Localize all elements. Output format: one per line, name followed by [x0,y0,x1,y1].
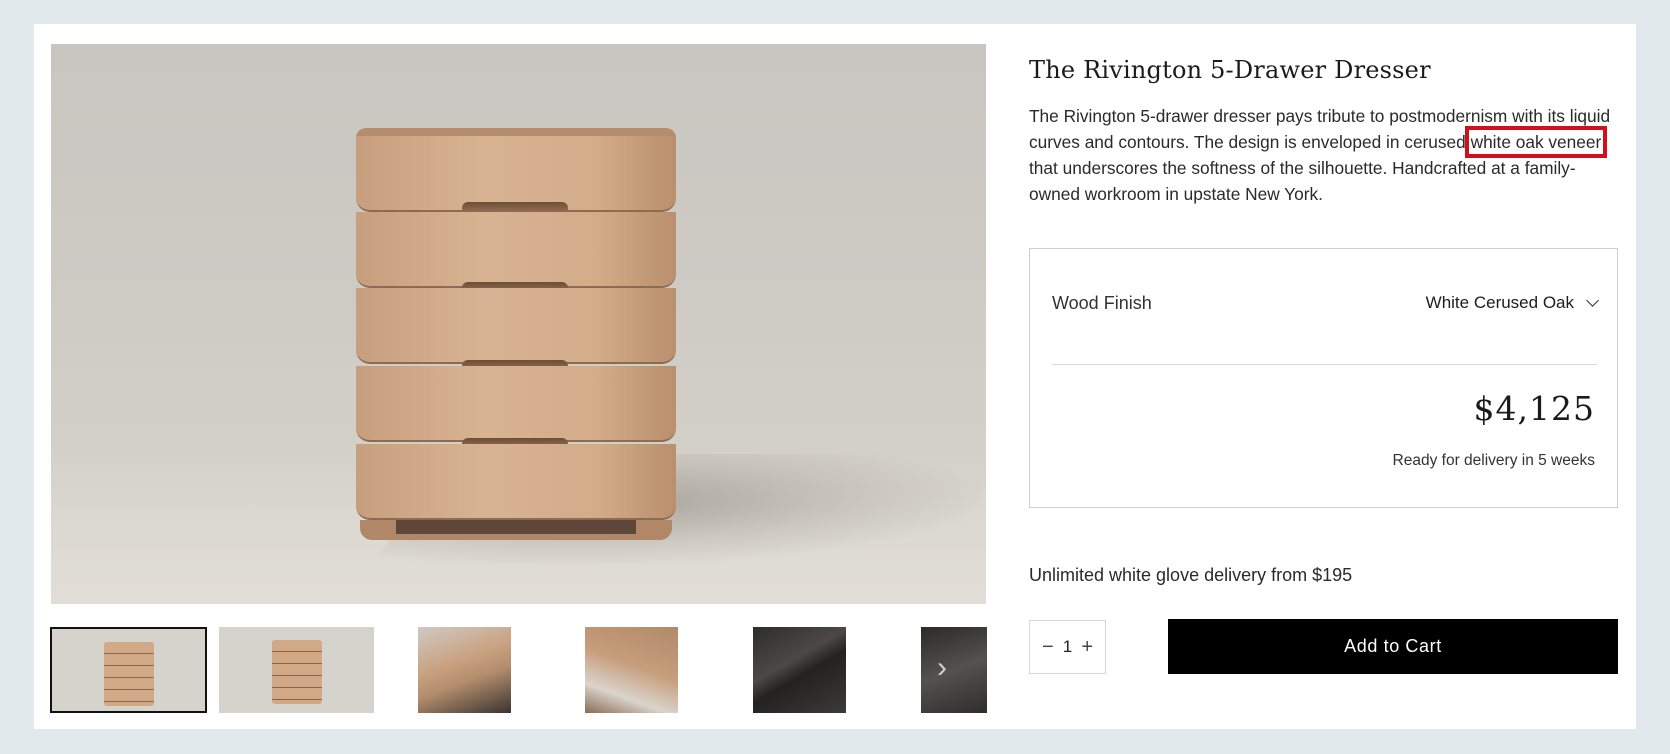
description-text: that underscores the softness of the sil… [1029,158,1576,204]
thumbnail-5[interactable] [753,627,846,713]
thumbnail-dresser [271,640,322,704]
product-description: The Rivington 5-drawer dresser pays trib… [1029,103,1624,207]
dresser-kick [396,520,636,534]
decrease-quantity-button[interactable]: − [1042,637,1054,657]
drawer-1 [356,136,676,214]
wood-finish-dropdown[interactable]: White Cerused Oak [1425,293,1599,313]
thumbnail-dresser [103,642,154,706]
dresser-base [360,520,672,540]
chevron-right-icon[interactable]: › [937,653,947,683]
thumbnail-1[interactable] [50,627,207,713]
drawer-5 [356,444,676,520]
quantity-value[interactable]: 1 [1063,637,1072,657]
wood-finish-value: White Cerused Oak [1425,293,1574,312]
thumbnail-2[interactable] [219,627,374,713]
thumbnail-6[interactable]: › [921,627,987,713]
thumbnail-4[interactable] [585,627,678,713]
drawer-3 [356,288,676,372]
dresser-illustration [356,128,676,540]
drawer-2 [356,212,676,294]
add-to-cart-button[interactable]: Add to Cart [1168,619,1618,674]
chevron-down-icon [1586,294,1599,307]
delivery-estimate: Ready for delivery in 5 weeks [1392,452,1595,469]
thumbnail-3[interactable] [418,627,511,713]
product-price: $4,125 [1473,389,1595,428]
highlighted-text: white oak veneer [1464,126,1608,158]
options-panel: Wood Finish White Cerused Oak $4,125 Rea… [1029,248,1618,508]
quantity-stepper: − 1 + [1029,620,1106,674]
wood-finish-label: Wood Finish [1052,293,1152,313]
product-main-image[interactable] [51,44,986,604]
increase-quantity-button[interactable]: + [1081,637,1093,657]
divider [1052,364,1597,365]
shipping-info: Unlimited white glove delivery from $195 [1029,565,1353,585]
product-title: The Rivington 5-Drawer Dresser [1029,56,1431,84]
drawer-4 [356,366,676,450]
